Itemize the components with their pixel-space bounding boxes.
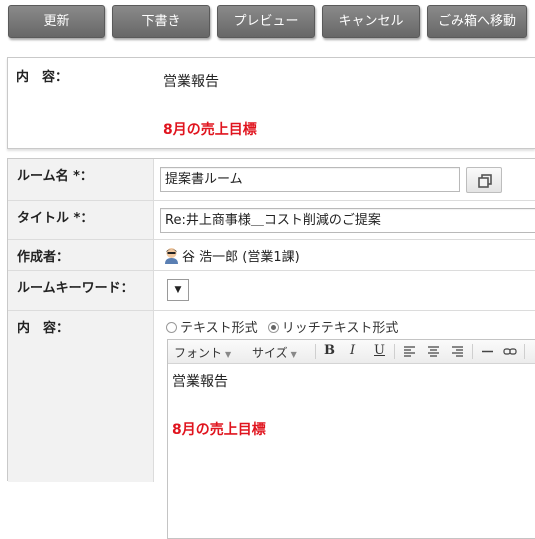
toolbar-separator (394, 344, 395, 359)
title-input[interactable]: Re:井上商事様＿コスト削減のご提案 (160, 208, 535, 233)
text-format-label: テキスト形式 (180, 321, 258, 336)
preview-content-highlight: 8月の売上目標 (163, 122, 257, 138)
room-keyword-select[interactable]: ▼ (167, 279, 189, 301)
bold-icon[interactable]: B (324, 343, 335, 358)
preview-content-label: 内 容： (16, 70, 69, 85)
room-name-input[interactable]: 提案書ルーム (160, 167, 460, 192)
content-preview: 内 容： 営業報告 8月の売上目標 (7, 57, 535, 149)
format-radio-group: テキスト形式 リッチテキスト形式 (166, 317, 398, 336)
size-dropdown-label: サイズ (252, 346, 288, 360)
content-label: 内 容： (8, 311, 154, 482)
chevron-down-icon: ▼ (225, 350, 232, 359)
editor-body-highlight: 8月の売上目標 (172, 422, 266, 438)
content-row: 内 容： テキスト形式 リッチテキスト形式 フォント▼ サイズ▼ B I U (8, 311, 535, 539)
update-button[interactable]: 更新 (8, 5, 105, 38)
creator-row: 作成者： 谷 浩一郎 (営業1課) (8, 240, 535, 271)
editor-body-line: 営業報告 (172, 374, 228, 390)
align-left-icon[interactable] (403, 345, 416, 358)
copy-icon (478, 174, 492, 188)
chevron-down-icon: ▼ (290, 350, 297, 359)
room-edit-form: ルーム名 *： 提案書ルーム タイトル *： Re:井上商事様＿コスト削減のご提… (7, 158, 535, 539)
copy-button[interactable] (466, 167, 502, 193)
room-name-label: ルーム名 *： (8, 159, 154, 200)
preview-content-line: 営業報告 (163, 74, 219, 90)
room-name-row: ルーム名 *： 提案書ルーム (8, 159, 535, 201)
toolbar-separator (524, 344, 525, 359)
rich-text-format-radio[interactable] (267, 322, 279, 333)
user-avatar-icon (165, 248, 178, 264)
underline-icon[interactable]: U (374, 343, 385, 358)
room-keyword-label: ルームキーワード： (8, 271, 154, 310)
toolbar-separator (472, 344, 473, 359)
toolbar-separator (315, 344, 316, 359)
editor-toolbar: フォント ▼ サイズ ▼ B I U (168, 340, 535, 364)
horizontal-rule-icon[interactable] (481, 345, 494, 358)
italic-icon[interactable]: I (350, 343, 355, 358)
cancel-button[interactable]: キャンセル (322, 5, 420, 38)
rich-text-format-label: リッチテキスト形式 (281, 321, 399, 336)
link-icon[interactable] (503, 345, 517, 358)
creator-name: 谷 浩一郎 (営業1課) (182, 250, 300, 265)
room-keyword-row: ルームキーワード： ▼ (8, 271, 535, 311)
move-to-trash-button[interactable]: ごみ箱へ移動 (427, 5, 527, 38)
rich-text-editor[interactable]: フォント ▼ サイズ ▼ B I U 営業報告 8月の売上目標 (167, 339, 535, 539)
action-toolbar: 更新 下書き プレビュー キャンセル ごみ箱へ移動 (0, 0, 535, 48)
creator-label: 作成者： (8, 240, 154, 270)
size-dropdown[interactable]: サイズ ▼ (252, 344, 297, 361)
rich-text-format-option[interactable]: リッチテキスト形式 (267, 321, 399, 336)
font-dropdown[interactable]: フォント ▼ (174, 344, 231, 361)
text-format-radio[interactable] (166, 322, 177, 333)
text-format-option[interactable]: テキスト形式 (166, 321, 258, 336)
title-label: タイトル *： (8, 201, 154, 239)
title-row: タイトル *： Re:井上商事様＿コスト削減のご提案 (8, 201, 535, 240)
save-draft-button[interactable]: 下書き (112, 5, 210, 38)
font-dropdown-label: フォント (174, 346, 223, 360)
align-center-icon[interactable] (427, 345, 440, 358)
align-right-icon[interactable] (451, 345, 464, 358)
preview-button[interactable]: プレビュー (217, 5, 315, 38)
